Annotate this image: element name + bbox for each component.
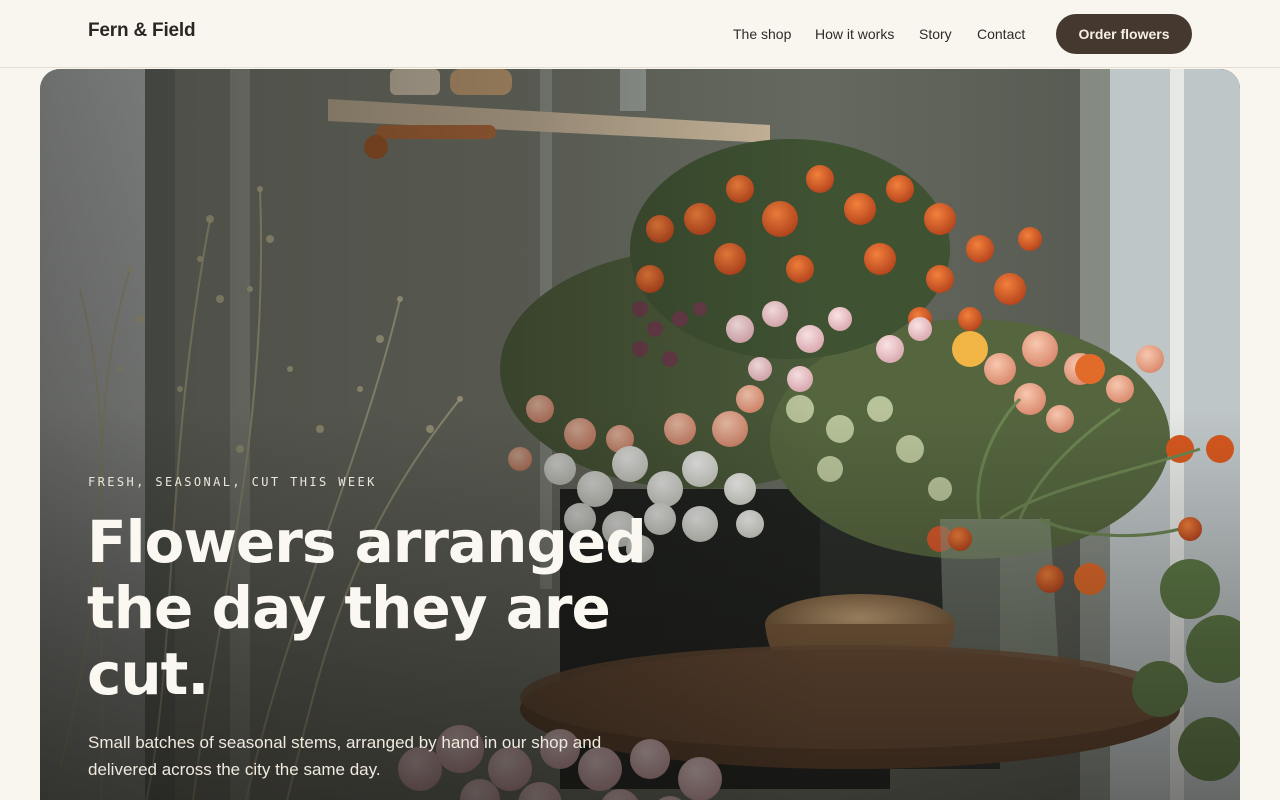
hero-headline: Flowers arranged the day they are cut.: [87, 508, 647, 708]
hero-subline: Small batches of seasonal stems, arrange…: [88, 733, 602, 779]
hero-section: FRESH, SEASONAL, CUT THIS WEEK Flowers a…: [40, 69, 1240, 800]
nav-link-the-shop[interactable]: The shop: [733, 26, 791, 42]
brand-logo[interactable]: Fern & Field: [88, 20, 196, 42]
order-flowers-button[interactable]: Order flowers: [1056, 14, 1192, 54]
site-header: Fern & Field The shop How it works Story…: [0, 0, 1280, 68]
hero-eyebrow: FRESH, SEASONAL, CUT THIS WEEK: [88, 475, 377, 489]
nav-link-story[interactable]: Story: [919, 26, 952, 42]
nav-link-how-it-works[interactable]: How it works: [815, 26, 894, 42]
nav-link-contact[interactable]: Contact: [977, 26, 1025, 42]
